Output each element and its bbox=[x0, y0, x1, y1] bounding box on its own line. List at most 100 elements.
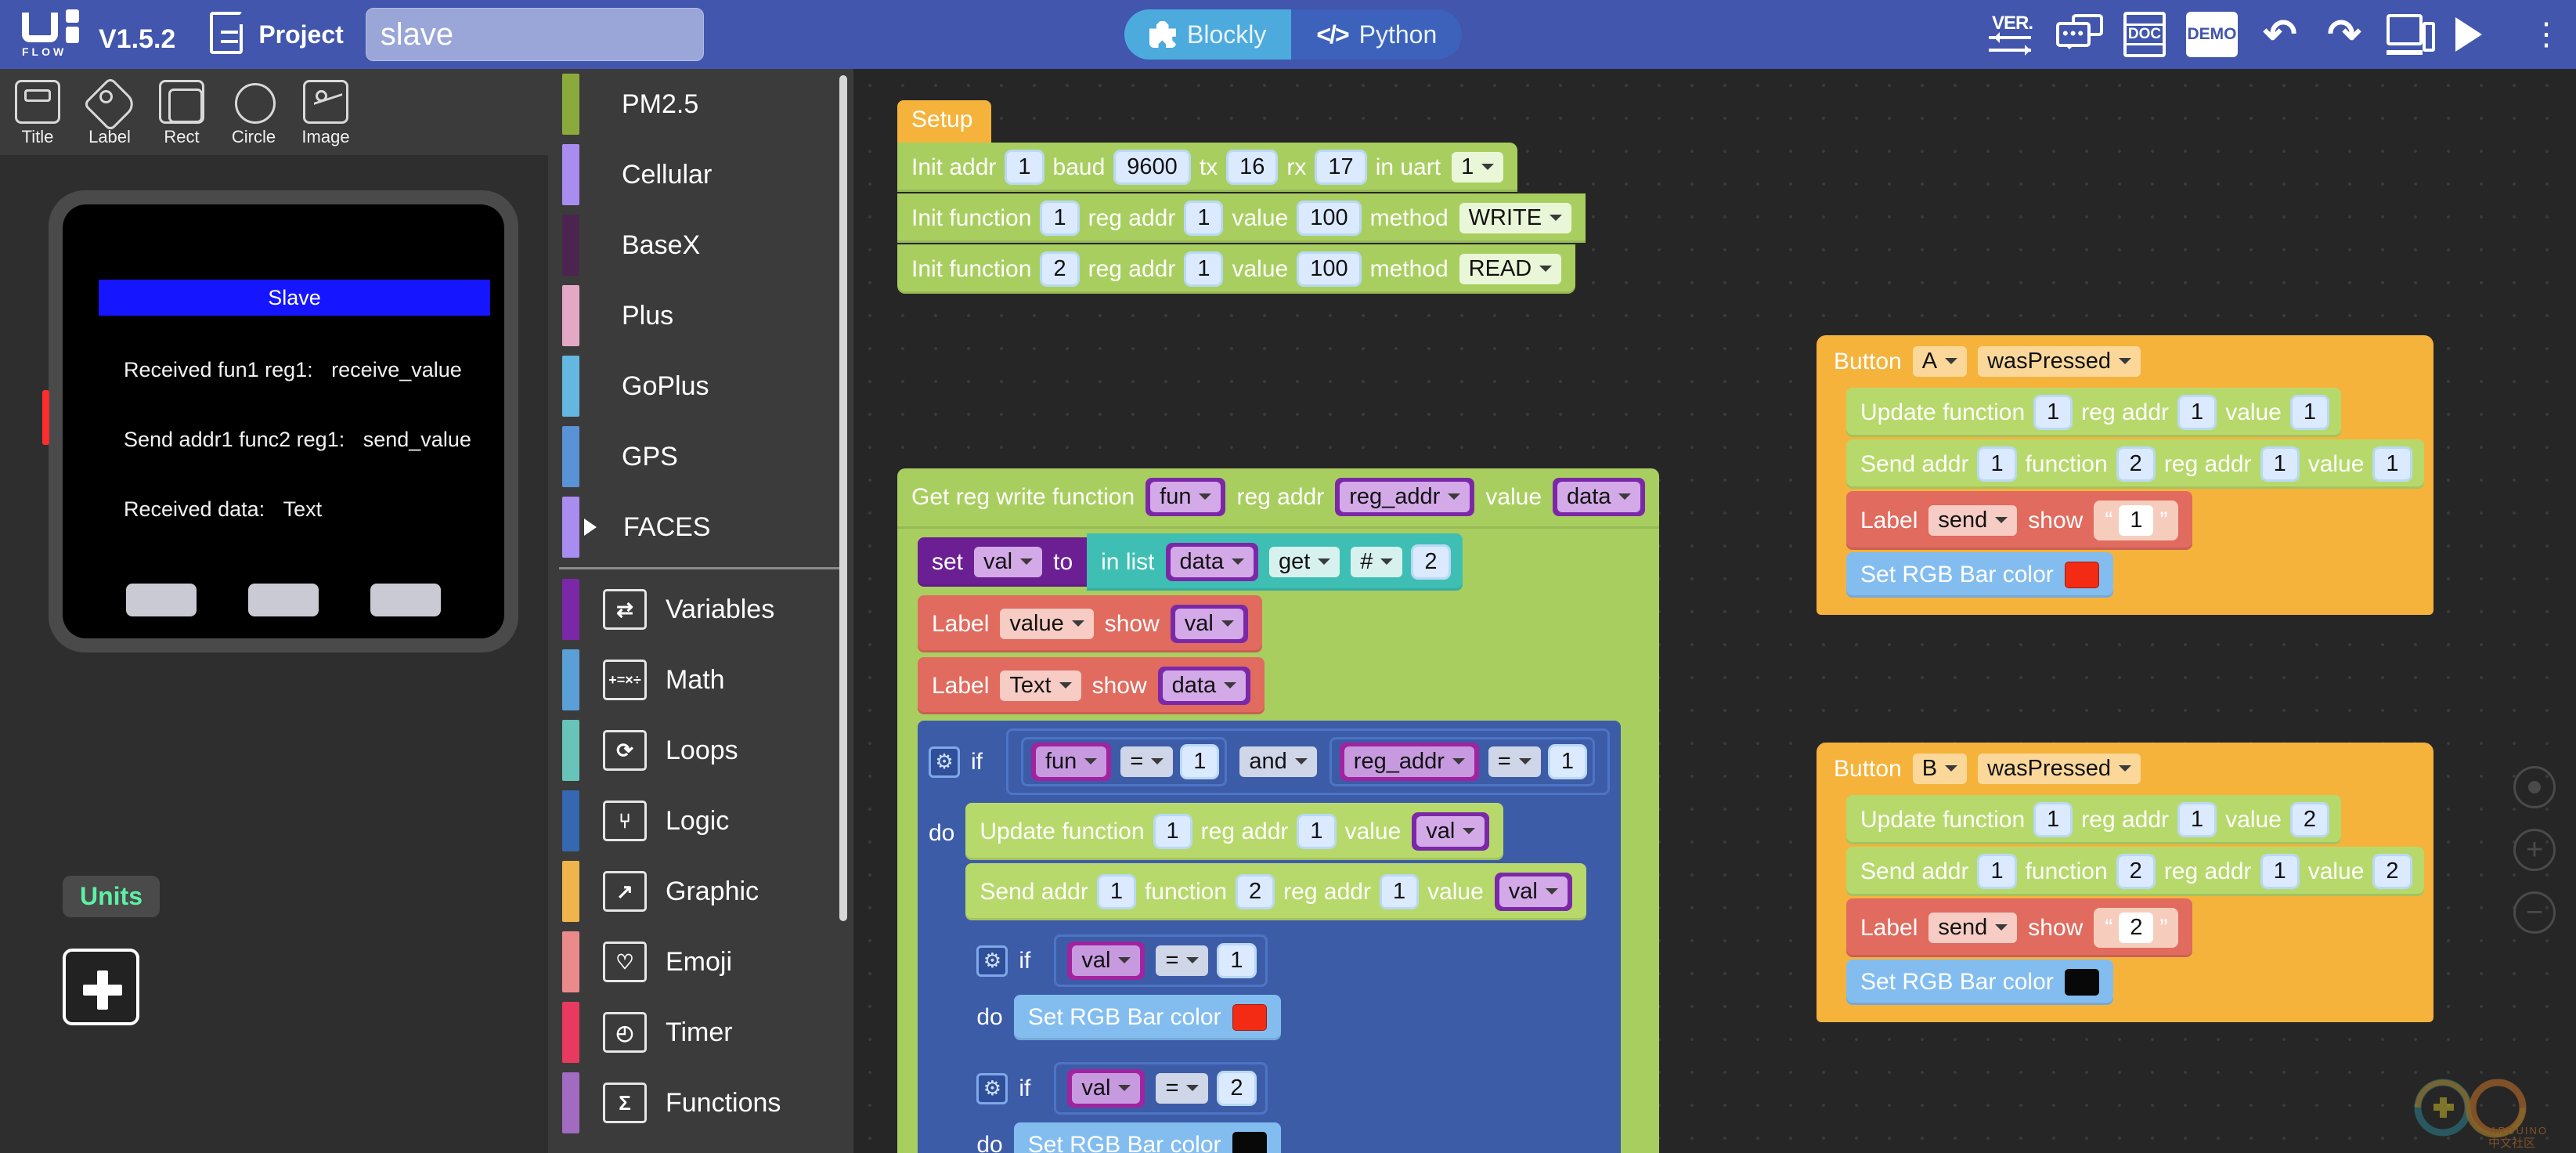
if-main-block[interactable]: ⚙ if fun = 1 and reg_addr = 1 do Update … bbox=[918, 721, 1621, 1153]
if-main-send-addr-cell-1-number[interactable]: 1 bbox=[1099, 876, 1134, 907]
set-val-row[interactable]: set val to in list data get # 2 bbox=[918, 533, 1659, 591]
nested-if-1-operator[interactable]: = bbox=[1156, 945, 1209, 976]
if-main-send-addr-cell-3-number[interactable]: 2 bbox=[1238, 876, 1273, 907]
device-button[interactable] bbox=[2387, 14, 2435, 55]
button-b-update-function[interactable]: Update function 1 reg addr 1 value 2 bbox=[1846, 795, 2342, 844]
if-main-send-addr[interactable]: Send addr 1 function 2 reg addr 1 value val bbox=[965, 863, 1586, 920]
button-a-send-addr-cell-7-number[interactable]: 1 bbox=[2375, 449, 2410, 479]
palette-category-graphic[interactable]: ↗ Graphic bbox=[548, 856, 853, 927]
device-button-a[interactable] bbox=[126, 584, 197, 616]
button-a-string-value[interactable]: 1 bbox=[2119, 505, 2154, 536]
setup-init-function-write-cell-3-number[interactable]: 1 bbox=[1186, 203, 1221, 233]
device-screen[interactable]: Slave Received fun1 reg1: receive_value … bbox=[63, 204, 504, 638]
redo-button[interactable]: ↷ bbox=[2322, 14, 2366, 55]
run-button[interactable] bbox=[2455, 17, 2499, 52]
button-a-id[interactable]: A bbox=[1912, 346, 1968, 377]
if-main-update-function-cell-1-number[interactable]: 1 bbox=[1155, 816, 1190, 847]
blockly-workspace[interactable]: Setup Init addr 1 baud 9600 tx 16 rx 17 in uart 1… bbox=[853, 69, 2576, 1153]
palette-category-loops[interactable]: ⟳ Loops bbox=[548, 715, 853, 786]
shape-tool-circle[interactable]: Circle bbox=[224, 80, 283, 147]
if-settings-gear-icon[interactable]: ⚙ bbox=[929, 746, 960, 778]
nested-if-2[interactable]: ⚙ if val = 2 do Set RGB Bar color bbox=[965, 1054, 1292, 1153]
button-b-send-addr[interactable]: Send addr 1 function 2 reg addr 1 value 2 bbox=[1846, 847, 2424, 896]
palette-category-timer[interactable]: ◴ Timer bbox=[548, 997, 853, 1068]
button-a-send-addr-cell-3-number[interactable]: 2 bbox=[2118, 449, 2153, 479]
palette-category-logic[interactable]: ⑂ Logic bbox=[548, 786, 853, 856]
nested-if-1-rgb-action[interactable]: Set RGB Bar color bbox=[1013, 995, 1281, 1040]
setup-init-addr[interactable]: Init addr 1 baud 9600 tx 16 rx 17 in uart 1 bbox=[897, 143, 1518, 192]
add-unit-button[interactable] bbox=[63, 949, 139, 1025]
setup-init-addr-cell-9-dropdown[interactable]: 1 bbox=[1452, 152, 1504, 183]
button-b-send-addr-cell-5-number[interactable]: 1 bbox=[2262, 856, 2297, 887]
palette-category-basex[interactable]: BaseX bbox=[548, 210, 853, 280]
inlist-index-value[interactable]: 2 bbox=[1413, 547, 1449, 577]
if-main-right-operator[interactable]: = bbox=[1488, 746, 1541, 777]
nested-if-2-operator[interactable]: = bbox=[1156, 1073, 1209, 1104]
setup-init-function-write-cell-1-number[interactable]: 1 bbox=[1042, 203, 1077, 233]
zoom-in-button[interactable]: + bbox=[2513, 829, 2556, 871]
if-main-right-value[interactable]: 1 bbox=[1550, 746, 1585, 777]
palette-category-cellular[interactable]: Cellular bbox=[548, 139, 853, 210]
if-settings-gear-icon[interactable]: ⚙ bbox=[976, 1072, 1008, 1104]
if-main-left-value[interactable]: 1 bbox=[1182, 746, 1218, 777]
nested-if-1-rgb-swatch[interactable] bbox=[1232, 1004, 1267, 1031]
nested-if-2-rgb-action[interactable]: Set RGB Bar color bbox=[1013, 1122, 1281, 1153]
label-value-var[interactable]: val bbox=[1174, 609, 1243, 639]
zoom-out-button[interactable]: − bbox=[2513, 891, 2556, 934]
shape-tool-image[interactable]: Image bbox=[296, 80, 355, 147]
if-main-update-function-cell-5-variable[interactable]: val bbox=[1416, 816, 1485, 847]
palette-category-pm25[interactable]: PM2.5 bbox=[548, 69, 853, 139]
button-b-send-addr-cell-3-number[interactable]: 2 bbox=[2118, 856, 2153, 887]
chat-button[interactable]: ••• bbox=[2056, 14, 2103, 55]
button-a-block[interactable]: Button A wasPressed Update function 1 reg … bbox=[1817, 335, 2433, 615]
shape-tool-label[interactable]: Label bbox=[80, 80, 139, 147]
setup-init-function-write-cell-7-dropdown[interactable]: WRITE bbox=[1459, 203, 1572, 233]
button-a-label-row[interactable]: Label send show “1” bbox=[1846, 491, 2193, 550]
inlist-get-dropdown[interactable]: get bbox=[1268, 547, 1340, 577]
recenter-button[interactable] bbox=[2513, 766, 2556, 808]
button-b-event[interactable]: wasPressed bbox=[1978, 754, 2141, 784]
button-a-rgb-swatch[interactable] bbox=[2064, 562, 2099, 588]
get-reg-fun-var[interactable]: fun bbox=[1150, 482, 1221, 512]
nested-if-2-var[interactable]: val bbox=[1072, 1073, 1141, 1104]
get-reg-header-row[interactable]: Get reg write function fun reg addr reg_… bbox=[897, 468, 1660, 529]
setup-init-addr-cell-3-number[interactable]: 9600 bbox=[1116, 152, 1189, 183]
palette-category-variables[interactable]: ⇄ Variables bbox=[548, 574, 853, 645]
if-main-send-addr-cell-5-number[interactable]: 1 bbox=[1381, 876, 1417, 907]
palette-category-emoji[interactable]: ♡ Emoji bbox=[548, 927, 853, 997]
set-target-var[interactable]: val bbox=[974, 547, 1043, 577]
button-a-event[interactable]: wasPressed bbox=[1978, 346, 2141, 377]
label-value-target[interactable]: value bbox=[1000, 609, 1094, 639]
shape-tool-rect[interactable]: Rect bbox=[152, 80, 211, 147]
device-button-b[interactable] bbox=[248, 584, 319, 616]
if-main-send-addr-cell-7-variable[interactable]: val bbox=[1499, 876, 1568, 907]
label-text-row[interactable]: Label Text show data bbox=[918, 657, 1265, 714]
if-settings-gear-icon[interactable]: ⚙ bbox=[976, 945, 1008, 977]
if-main-right-var[interactable]: reg_addr bbox=[1344, 746, 1474, 777]
nested-if-2-value[interactable]: 2 bbox=[1219, 1073, 1254, 1104]
button-b-id[interactable]: B bbox=[1912, 754, 1968, 784]
inlist-list-var[interactable]: data bbox=[1170, 547, 1254, 577]
setup-block[interactable]: Setup Init addr 1 baud 9600 tx 16 rx 17 in uart 1… bbox=[897, 100, 1586, 294]
setup-init-addr-cell-1-number[interactable]: 1 bbox=[1007, 152, 1042, 183]
device-button-c[interactable] bbox=[370, 584, 441, 616]
label-value-row[interactable]: Label value show val bbox=[918, 595, 1262, 652]
if-main-update-function-cell-3-number[interactable]: 1 bbox=[1299, 816, 1334, 847]
if-main-left-operator[interactable]: = bbox=[1120, 746, 1174, 777]
button-a-send-addr-cell-5-number[interactable]: 1 bbox=[2262, 449, 2297, 479]
version-button[interactable]: VER. bbox=[1989, 13, 2036, 56]
nested-if-1[interactable]: ⚙ if val = 1 do Set RGB Bar color bbox=[965, 927, 1292, 1048]
nested-if-1-value[interactable]: 1 bbox=[1219, 945, 1254, 976]
button-b-string-value[interactable]: 2 bbox=[2119, 913, 2154, 943]
more-button[interactable]: ⋮ bbox=[2531, 19, 2562, 50]
palette-category-functions[interactable]: Σ Functions bbox=[548, 1068, 853, 1138]
button-a-rgb-row[interactable]: Set RGB Bar color bbox=[1846, 552, 2113, 598]
if-main-join-operator[interactable]: and bbox=[1239, 746, 1317, 777]
setup-init-function-read-cell-7-dropdown[interactable]: READ bbox=[1459, 254, 1562, 284]
palette-category-plus[interactable]: Plus bbox=[548, 280, 853, 351]
block-category-palette[interactable]: PM2.5 Cellular BaseX Plus GoPlus GPS FACES ⇄ Var… bbox=[548, 69, 853, 1153]
button-a-update-function-cell-5-number[interactable]: 1 bbox=[2292, 397, 2328, 428]
demo-button[interactable]: DEMO bbox=[2186, 12, 2238, 57]
setup-init-function-write-cell-5-number[interactable]: 100 bbox=[1299, 203, 1359, 233]
tab-python[interactable]: </> Python bbox=[1291, 9, 1462, 60]
